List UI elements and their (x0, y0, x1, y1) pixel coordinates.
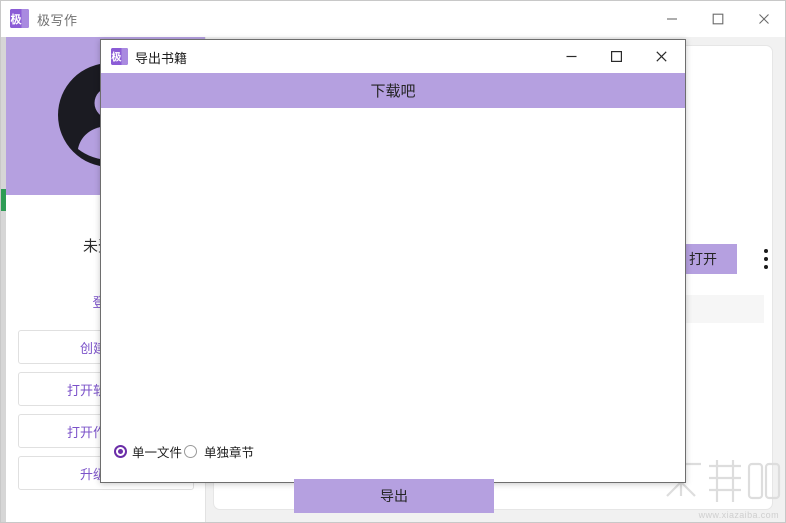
radio-separate-chapters[interactable]: 单独章节 (184, 442, 254, 461)
dialog-titlebar[interactable]: 极 导出书籍 (101, 40, 685, 73)
more-vertical-icon[interactable] (754, 246, 778, 272)
svg-text:极: 极 (11, 12, 23, 26)
main-window-title: 极写作 (37, 13, 78, 28)
maximize-icon[interactable] (594, 40, 639, 72)
dialog-title: 导出书籍 (135, 51, 188, 66)
app-logo-icon: 极 (10, 9, 29, 28)
radio-unselected-icon (184, 445, 198, 458)
radio-label: 单独章节 (204, 446, 255, 460)
close-icon[interactable] (741, 1, 785, 37)
svg-text:极: 极 (111, 51, 122, 64)
export-mode-radio-group: 单一文件 单独章节 (114, 442, 254, 461)
app-logo-icon: 极 (111, 48, 128, 65)
watermark-url: www.xiazaiba.com (698, 510, 779, 520)
minimize-icon[interactable] (549, 40, 594, 72)
dialog-content: 单一文件 单独章节 导出 (101, 108, 685, 513)
radio-label: 单一文件 (132, 446, 183, 460)
minimize-icon[interactable] (649, 1, 695, 37)
dialog-banner: 下载吧 (101, 73, 685, 108)
close-icon[interactable] (639, 40, 684, 72)
export-book-dialog: 极 导出书籍 下载吧 单一文件 单独章节 导出 (100, 39, 686, 513)
main-titlebar[interactable]: 极 极写作 (1, 1, 785, 37)
export-button[interactable]: 导出 (294, 479, 494, 513)
radio-selected-icon (114, 445, 127, 458)
radio-single-file[interactable]: 单一文件 (114, 442, 182, 461)
maximize-icon[interactable] (695, 1, 741, 37)
